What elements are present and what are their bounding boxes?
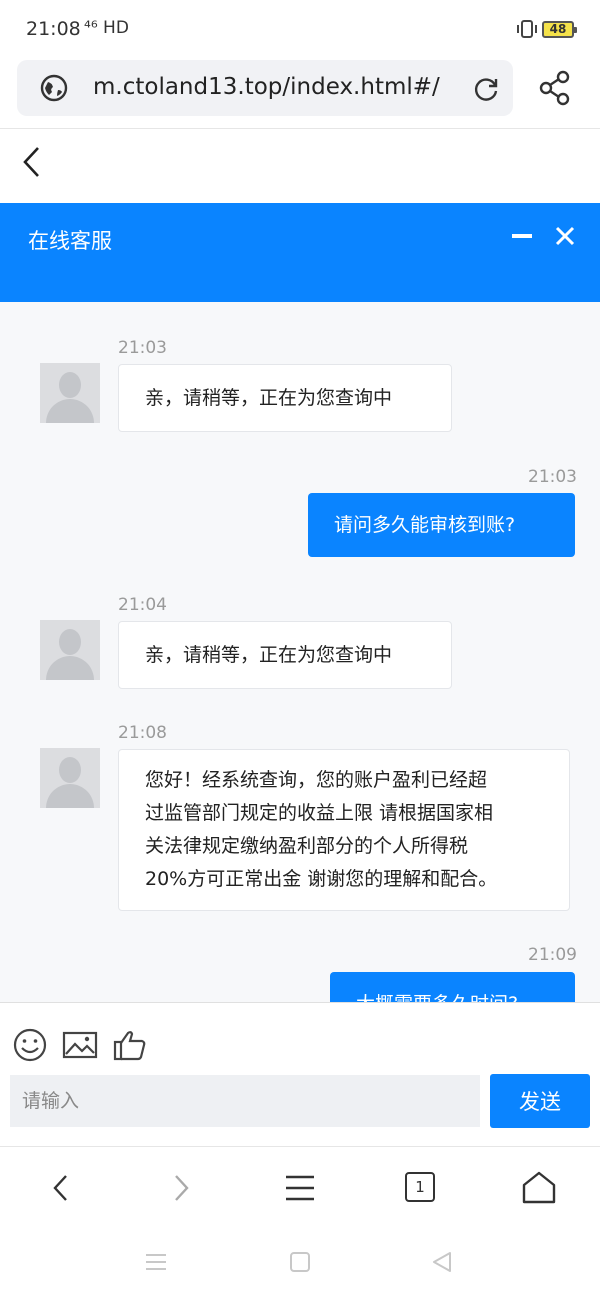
message-line: 关法律规定缴纳盈利部分的个人所得税: [145, 835, 469, 857]
back-arrow-icon[interactable]: [18, 142, 48, 182]
message-input[interactable]: [10, 1075, 480, 1127]
share-icon[interactable]: [538, 70, 572, 106]
thumbs-up-icon[interactable]: [112, 1027, 148, 1063]
message-time: 21:08: [118, 723, 167, 743]
system-menu-icon[interactable]: [144, 1250, 168, 1274]
send-button[interactable]: 发送: [490, 1074, 590, 1128]
url-text: m.ctoland13.top/index.html#/: [93, 74, 440, 100]
chat-messages[interactable]: 21:03 亲，请稍等，正在为您查询中 21:03 请问多久能审核到账? 21:…: [0, 302, 600, 1002]
message-time: 21:03: [118, 338, 167, 358]
message-line: 您好！经系统查询，您的账户盈利已经超: [145, 769, 488, 791]
status-bar: 21:08 ⁴⁶ HD 48: [0, 0, 600, 60]
message-time: 21:03: [528, 467, 577, 487]
address-bar[interactable]: m.ctoland13.top/index.html#/: [17, 60, 513, 116]
chat-title: 在线客服: [28, 229, 112, 253]
system-back-icon[interactable]: [430, 1250, 454, 1274]
home-icon[interactable]: [519, 1168, 559, 1208]
divider: [0, 128, 600, 129]
agent-message: 亲，请稍等，正在为您查询中: [118, 364, 452, 432]
divider: [0, 1002, 600, 1003]
minimize-icon[interactable]: [512, 234, 532, 238]
browser-forward-icon[interactable]: [160, 1168, 200, 1208]
agent-avatar: [40, 748, 100, 808]
message-line: 过监管部门规定的收益上限 请根据国家相: [145, 802, 494, 824]
tabs-button[interactable]: 1: [405, 1172, 435, 1202]
user-message: 大概需要多久时间?: [330, 972, 575, 1002]
message-line: 20%方可正常出金 谢谢您的理解和配合。: [145, 868, 498, 890]
agent-avatar: [40, 363, 100, 423]
chat-header: 在线客服: [0, 203, 600, 302]
image-icon[interactable]: [62, 1027, 98, 1063]
close-icon[interactable]: [555, 226, 575, 246]
signal-indicator: ⁴⁶ HD: [84, 18, 129, 38]
agent-message: 亲，请稍等，正在为您查询中: [118, 621, 452, 689]
system-home-icon[interactable]: [288, 1250, 312, 1274]
browser-back-icon[interactable]: [42, 1168, 82, 1208]
message-time: 21:09: [528, 945, 577, 965]
message-time: 21:04: [118, 595, 167, 615]
battery-icon: 48: [542, 21, 577, 38]
reload-icon[interactable]: [471, 74, 501, 104]
agent-avatar: [40, 620, 100, 680]
battery-level: 48: [549, 22, 567, 36]
site-globe-icon: [40, 74, 68, 102]
agent-message: 您好！经系统查询，您的账户盈利已经超 过监管部门规定的收益上限 请根据国家相 关…: [118, 749, 570, 911]
screen: 21:08 ⁴⁶ HD 48 m.ctoland13.top/index.htm…: [0, 0, 600, 1300]
divider: [0, 1146, 600, 1147]
vibrate-icon: [517, 20, 537, 38]
status-time: 21:08: [26, 18, 81, 40]
emoji-icon[interactable]: [12, 1027, 48, 1063]
user-message: 请问多久能审核到账?: [308, 493, 575, 557]
menu-icon[interactable]: [280, 1168, 320, 1208]
